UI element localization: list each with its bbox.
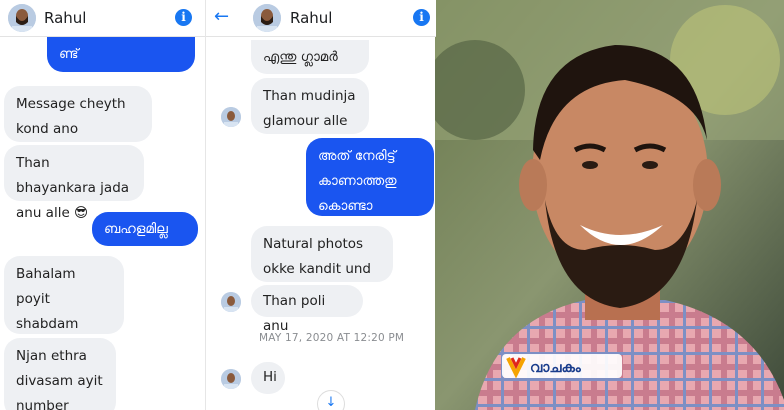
- scroll-down-icon[interactable]: ↓: [317, 390, 345, 410]
- left-chat-panel: Rahul i ണ്ട് Message cheyth kond ano Tha…: [0, 0, 205, 410]
- chat-header: ← Rahul i: [206, 0, 436, 37]
- message-incoming: Than mudinja glamour alle: [251, 78, 369, 134]
- info-icon[interactable]: i: [175, 9, 192, 26]
- message-incoming: Natural photos okke kandit und: [251, 226, 393, 282]
- message-timestamp: MAY 17, 2020 AT 12:20 PM: [259, 332, 405, 344]
- portrait-photo: വാചകം: [435, 0, 784, 410]
- portrait-photo-image: [435, 0, 784, 410]
- message-outgoing: ബഹളമില്ല: [92, 212, 198, 246]
- chat-header: Rahul i: [0, 0, 205, 37]
- watermark-logo: വാചകം: [502, 352, 622, 380]
- message-outgoing: അത് നേരിട്ട് കാണാത്തതു കൊണ്ടാ: [306, 138, 434, 216]
- sender-avatar: [221, 369, 241, 389]
- contact-name: Rahul: [290, 9, 333, 27]
- message-incoming: Than poli anu: [251, 285, 363, 334]
- sender-avatar: [221, 107, 241, 127]
- contact-name: Rahul: [44, 9, 87, 27]
- message-incoming: Than bhayankara jada anu alle 😎: [4, 145, 144, 221]
- right-chat-panel: ← Rahul i എന്തു ഗ്ലാമർ Than mudinja glam…: [205, 0, 436, 410]
- message-incoming: Hi: [251, 362, 285, 394]
- avatar[interactable]: [253, 4, 281, 32]
- avatar[interactable]: [8, 4, 36, 32]
- info-icon[interactable]: i: [413, 9, 430, 26]
- back-arrow-icon[interactable]: ←: [214, 6, 229, 27]
- message-incoming: Message cheyth kond ano: [4, 86, 152, 142]
- svg-text:വാചകം: വാചകം: [530, 360, 582, 376]
- message-incoming: എന്തു ഗ്ലാമർ: [251, 40, 369, 74]
- message-incoming: Bahalam poyit shabdam polumilla: [4, 256, 124, 357]
- sender-avatar: [221, 292, 241, 312]
- message-incoming: Njan ethra divasam ayit number: [4, 338, 116, 410]
